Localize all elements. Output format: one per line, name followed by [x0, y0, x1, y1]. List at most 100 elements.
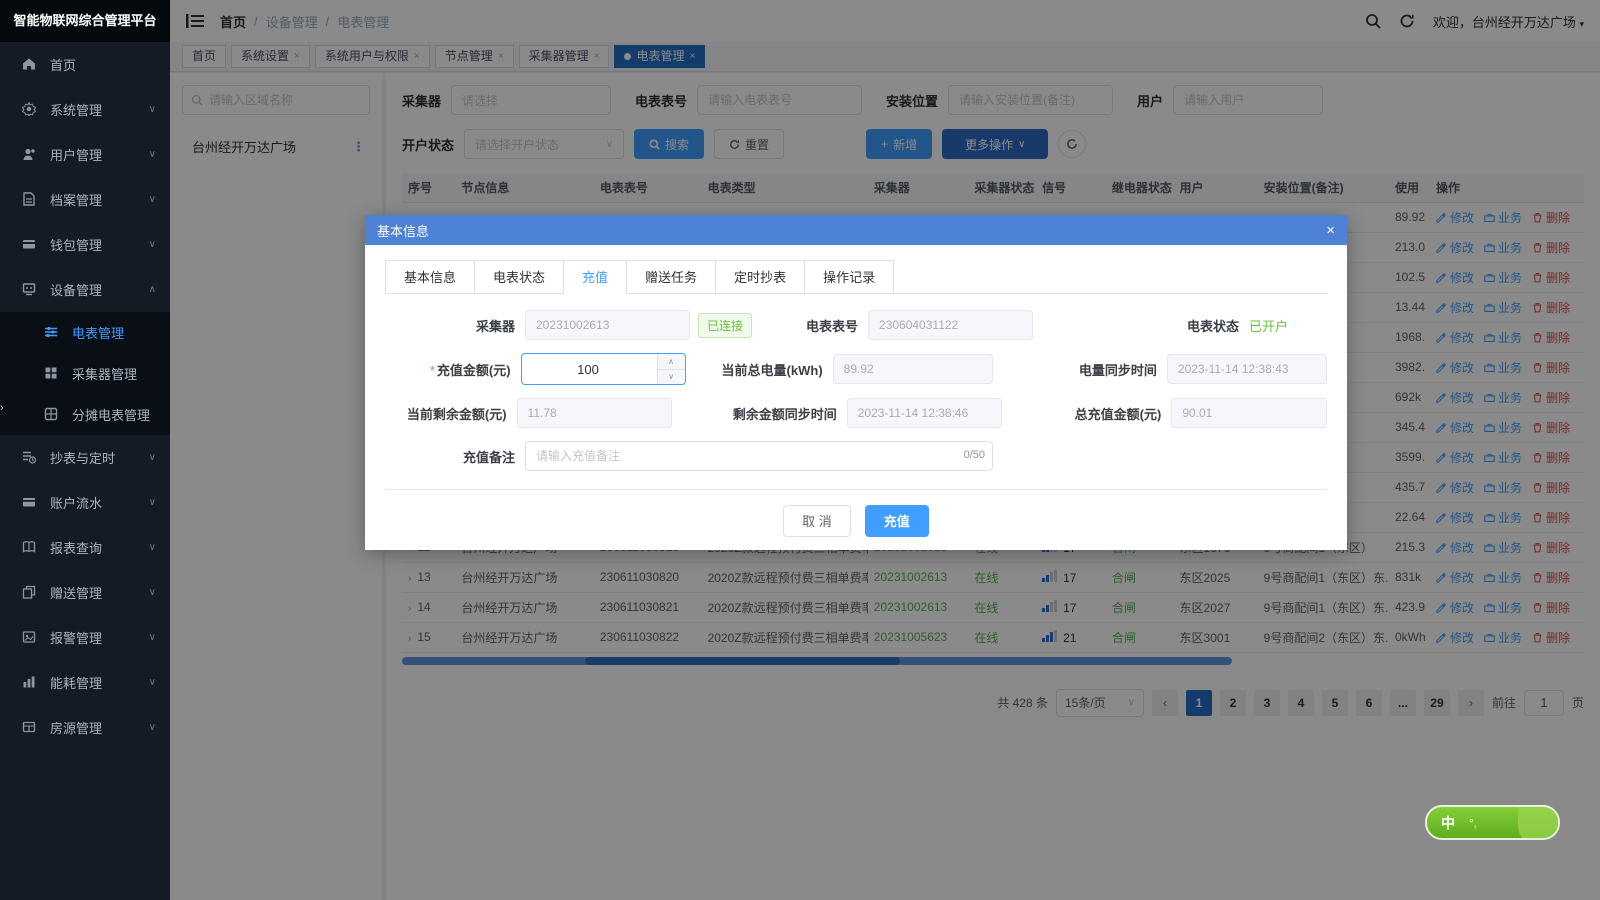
char-counter: 0/50 — [964, 449, 985, 461]
users-icon — [22, 147, 36, 161]
flow-icon — [22, 495, 36, 509]
meter-status-label: 电表状态 — [1033, 316, 1249, 335]
balance-sync-value: 2023-11-14 12:38:46 — [847, 398, 1003, 428]
ime-punct-toggle[interactable]: °, — [1469, 816, 1477, 830]
app-logo: 智能物联网综合管理平台 — [0, 0, 170, 42]
gift-icon — [22, 585, 36, 599]
collector-icon — [44, 366, 58, 380]
share-meter-icon — [44, 407, 58, 421]
sidebar-item-3[interactable]: 档案管理∨ — [0, 177, 170, 222]
sidebar-item-label: 能耗管理 — [50, 673, 149, 692]
total-energy-label: 当前总电量(kWh) — [686, 360, 833, 379]
ime-toolbar[interactable]: 中 °, — [1425, 805, 1560, 840]
chevron-down-icon: ∨ — [149, 542, 156, 553]
balance-sync-label: 剩余金额同步时间 — [672, 404, 847, 423]
sidebar-item-9[interactable]: 赠送管理∨ — [0, 570, 170, 615]
amount-label: *充值金额(元) — [385, 360, 521, 379]
collector-label: 采集器 — [385, 316, 525, 335]
remark-field: 0/50 — [525, 441, 993, 471]
dialog-title: 基本信息 — [377, 221, 429, 240]
sidebar-item-8[interactable]: 报表查询∨ — [0, 525, 170, 570]
sidebar-subitem-1[interactable]: 采集器管理 — [0, 353, 170, 394]
sidebar-item-0[interactable]: 首页 — [0, 42, 170, 87]
sidebar-collapse-handle-icon[interactable]: › — [0, 402, 4, 414]
sidebar-item-6[interactable]: 抄表与定时∨ — [0, 435, 170, 480]
cancel-button[interactable]: 取 消 — [783, 505, 851, 537]
sidebar-submenu: 电表管理采集器管理分摊电表管理 — [0, 312, 170, 435]
chevron-down-icon: ∨ — [149, 104, 156, 115]
sidebar-item-label: 设备管理 — [50, 280, 149, 299]
dialog-tab-3[interactable]: 赠送任务 — [627, 260, 716, 294]
device-icon — [22, 282, 36, 296]
stepper-down-icon[interactable]: ∨ — [658, 370, 685, 385]
chevron-down-icon: ∨ — [149, 452, 156, 463]
total-recharge-value: 90.01 — [1171, 398, 1327, 428]
form-row-4: 充值备注 0/50 — [385, 441, 1327, 471]
report-icon — [22, 540, 36, 554]
alarm-icon — [22, 630, 36, 644]
sidebar-subitem-0[interactable]: 电表管理 — [0, 312, 170, 353]
dialog-tab-2[interactable]: 充值 — [564, 260, 627, 294]
chevron-down-icon: ∨ — [149, 239, 156, 250]
form-row-1: 采集器 20231002613 已连接 电表表号 230604031122 电表… — [385, 310, 1327, 340]
house-icon — [22, 720, 36, 734]
chevron-up-icon: ∧ — [149, 284, 156, 295]
sidebar-item-label: 用户管理 — [50, 145, 149, 164]
sidebar-item-label: 房源管理 — [50, 718, 149, 737]
recharge-dialog: 基本信息 × 基本信息电表状态充值赠送任务定时抄表操作记录 采集器 202310… — [365, 215, 1347, 550]
recharge-button[interactable]: 充值 — [865, 505, 929, 537]
chevron-down-icon: ∨ — [149, 722, 156, 733]
dialog-tab-1[interactable]: 电表状态 — [475, 260, 564, 294]
total-recharge-label: 总充值金额(元) — [1002, 404, 1171, 423]
collector-value: 20231002613 — [525, 310, 690, 340]
sidebar-subitem-label: 电表管理 — [72, 323, 156, 342]
dialog-footer: 取 消 充值 — [385, 489, 1327, 551]
wallet-icon — [22, 237, 36, 251]
sidebar-menu: 首页系统管理∨用户管理∨档案管理∨钱包管理∨设备管理∧电表管理采集器管理分摊电表… — [0, 42, 170, 750]
stepper-buttons: ∧ ∨ — [657, 354, 685, 384]
sidebar-item-2[interactable]: 用户管理∨ — [0, 132, 170, 177]
energy-sync-label: 电量同步时间 — [993, 360, 1167, 379]
chevron-down-icon: ∨ — [149, 632, 156, 643]
total-energy-value: 89.92 — [833, 354, 993, 384]
app-root: 智能物联网综合管理平台 首页系统管理∨用户管理∨档案管理∨钱包管理∨设备管理∧电… — [0, 0, 1600, 900]
chevron-down-icon: ∨ — [149, 677, 156, 688]
dialog-tab-0[interactable]: 基本信息 — [385, 260, 475, 294]
dialog-tab-5[interactable]: 操作记录 — [805, 260, 894, 294]
meter-no-label: 电表表号 — [752, 316, 868, 335]
sidebar-item-5[interactable]: 设备管理∧ — [0, 267, 170, 312]
sidebar-item-label: 系统管理 — [50, 100, 149, 119]
sidebar-item-label: 钱包管理 — [50, 235, 149, 254]
chevron-down-icon: ∨ — [149, 587, 156, 598]
sidebar-subitem-2[interactable]: 分摊电表管理 — [0, 394, 170, 435]
close-icon[interactable]: × — [1326, 222, 1335, 239]
sidebar-item-11[interactable]: 能耗管理∨ — [0, 660, 170, 705]
energy-icon — [22, 675, 36, 689]
remark-input[interactable] — [525, 441, 993, 471]
sidebar-item-label: 报警管理 — [50, 628, 149, 647]
stepper-up-icon[interactable]: ∧ — [658, 354, 685, 370]
balance-value: 11.78 — [517, 398, 673, 428]
sidebar-item-label: 首页 — [50, 55, 156, 74]
sidebar-item-label: 抄表与定时 — [50, 448, 149, 467]
timer-icon — [22, 450, 36, 464]
chevron-down-icon: ∨ — [149, 497, 156, 508]
sidebar-item-12[interactable]: 房源管理∨ — [0, 705, 170, 750]
dialog-tabs: 基本信息电表状态充值赠送任务定时抄表操作记录 — [385, 259, 1327, 294]
sidebar-subitem-label: 采集器管理 — [72, 364, 156, 383]
connected-badge: 已连接 — [698, 313, 752, 338]
dialog-header: 基本信息 × — [365, 215, 1347, 245]
sidebar: 智能物联网综合管理平台 首页系统管理∨用户管理∨档案管理∨钱包管理∨设备管理∧电… — [0, 0, 170, 900]
meter-icon — [44, 325, 58, 339]
ime-lang-toggle[interactable]: 中 — [1441, 813, 1455, 833]
chevron-down-icon: ∨ — [149, 194, 156, 205]
sidebar-item-label: 报表查询 — [50, 538, 149, 557]
sidebar-item-10[interactable]: 报警管理∨ — [0, 615, 170, 660]
sidebar-item-4[interactable]: 钱包管理∨ — [0, 222, 170, 267]
meter-status-value: 已开户 — [1249, 316, 1288, 335]
dialog-tab-4[interactable]: 定时抄表 — [716, 260, 805, 294]
sidebar-subitem-label: 分摊电表管理 — [72, 405, 156, 424]
sidebar-item-1[interactable]: 系统管理∨ — [0, 87, 170, 132]
home-icon — [22, 57, 36, 71]
sidebar-item-7[interactable]: 账户流水∨ — [0, 480, 170, 525]
